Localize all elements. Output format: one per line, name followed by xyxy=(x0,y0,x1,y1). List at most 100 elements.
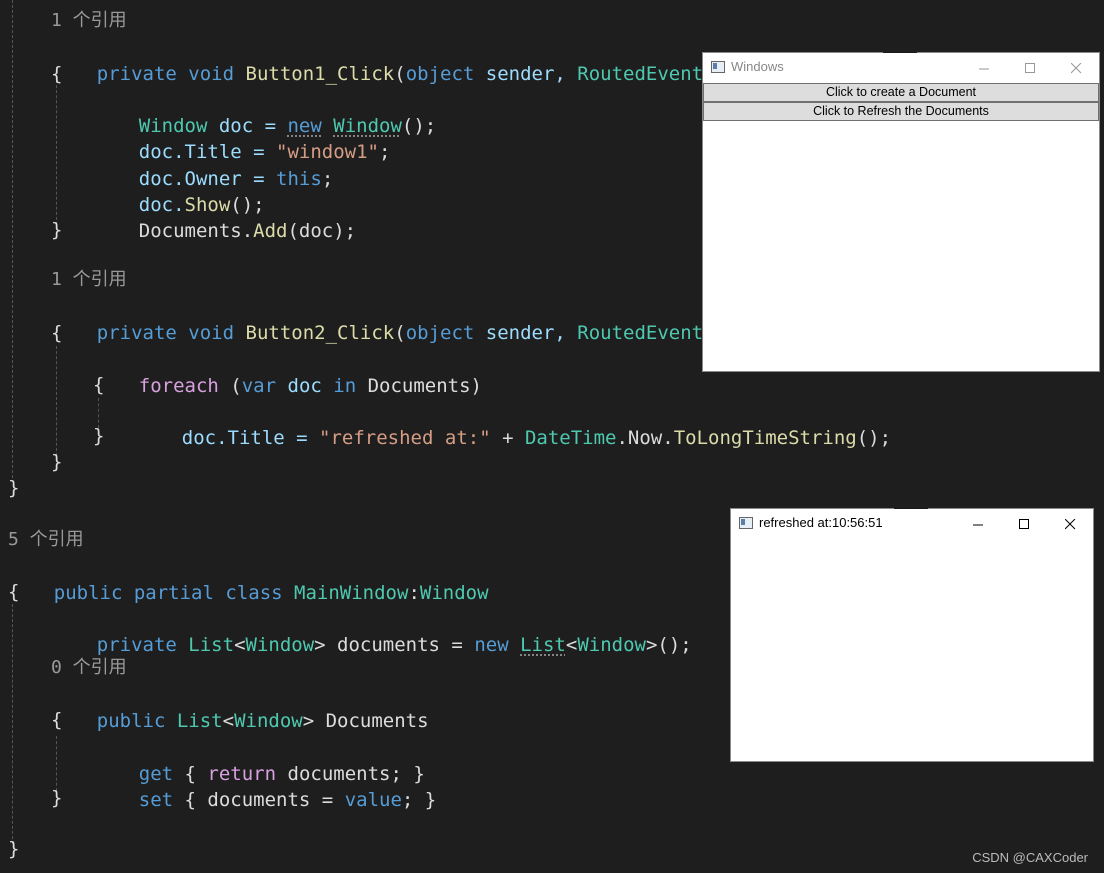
code-line: } xyxy=(51,219,63,241)
code-line: private void Button2_Click(object sender… xyxy=(51,294,783,344)
maximize-button[interactable] xyxy=(1007,53,1053,83)
code-token: (doc); xyxy=(287,220,357,242)
code-line: } xyxy=(8,838,20,860)
code-line: doc.Title = "refreshed at:" + DateTime.N… xyxy=(136,399,891,449)
code-line: public partial class MainWindow:Window xyxy=(8,554,489,604)
codelens-references[interactable]: 0 个引用 xyxy=(51,655,127,681)
code-token: public xyxy=(96,710,166,732)
code-token: private xyxy=(96,634,177,656)
code-token: Documents) xyxy=(356,375,482,397)
code-token: Documents. xyxy=(138,220,254,242)
code-line: set { documents = value; } xyxy=(93,761,436,811)
code-token: ; } xyxy=(401,789,437,811)
minimize-button[interactable] xyxy=(955,509,1001,539)
close-button[interactable] xyxy=(1047,509,1093,539)
window-titlebar[interactable]: refreshed at:10:56:51 xyxy=(731,509,1093,539)
code-token: < xyxy=(565,634,578,656)
code-token: void xyxy=(188,63,235,85)
code-token: value xyxy=(344,789,402,811)
indent-guide xyxy=(12,0,13,478)
code-token: "refreshed at:" xyxy=(319,427,491,449)
code-token: { documents = xyxy=(173,789,345,811)
code-line: Window doc = new Window(); xyxy=(93,87,436,137)
codelens-references[interactable]: 1 个引用 xyxy=(51,267,127,293)
code-line: Documents.Add(doc); xyxy=(93,192,356,242)
code-token: doc.Title = xyxy=(181,427,320,449)
app-icon xyxy=(711,61,725,73)
close-icon xyxy=(1064,518,1075,529)
code-token: >(); xyxy=(645,634,692,656)
code-token: this xyxy=(276,168,322,190)
code-token: : xyxy=(408,582,420,604)
code-token: List xyxy=(176,710,223,732)
code-token: private xyxy=(96,63,177,85)
code-token: Window xyxy=(234,710,303,732)
code-token: DateTime xyxy=(524,427,617,449)
code-line: { xyxy=(51,322,63,344)
code-token: + xyxy=(490,427,525,449)
close-icon xyxy=(1070,62,1081,73)
code-token: private xyxy=(96,322,177,344)
minimize-icon xyxy=(978,68,989,69)
close-button[interactable] xyxy=(1053,53,1099,83)
code-token: var xyxy=(241,375,277,397)
code-line: { xyxy=(51,709,63,731)
code-token: new xyxy=(474,634,509,656)
indent-guide xyxy=(12,604,13,844)
code-token: partial xyxy=(133,582,214,604)
code-line: private List<Window> documents = new Lis… xyxy=(51,606,692,656)
maximize-button[interactable] xyxy=(1001,509,1047,539)
code-token: Add xyxy=(253,220,288,242)
minimize-button[interactable] xyxy=(961,53,1007,83)
codelens-references[interactable]: 1 个引用 xyxy=(51,8,127,34)
code-line: private void Button1_Click(object sender… xyxy=(51,35,783,85)
code-token: in xyxy=(333,375,357,397)
code-line: { xyxy=(51,63,63,85)
code-token: Button2_Click xyxy=(245,322,395,344)
code-token: > Documents xyxy=(302,710,429,732)
maximize-icon xyxy=(1018,518,1029,529)
code-token: < xyxy=(222,710,235,732)
code-token: ( xyxy=(394,63,406,85)
code-token: ( xyxy=(394,322,406,344)
code-token: foreach xyxy=(138,375,219,397)
code-token: ToLongTimeString xyxy=(673,427,857,449)
window-title: Windows xyxy=(731,59,784,74)
code-token: object xyxy=(405,63,475,85)
maximize-icon xyxy=(1024,62,1035,73)
code-line: } xyxy=(51,787,63,809)
code-token: (); xyxy=(856,427,892,449)
code-token: doc xyxy=(276,375,334,397)
app-icon xyxy=(739,517,753,529)
window-titlebar[interactable]: Windows xyxy=(703,53,1099,83)
code-token: class xyxy=(225,582,283,604)
code-line: doc.Owner = this; xyxy=(93,140,334,190)
codelens-references[interactable]: 5 个引用 xyxy=(8,527,84,553)
code-token: Window xyxy=(419,582,489,604)
code-token: void xyxy=(188,322,235,344)
refresh-documents-button[interactable]: Click to Refresh the Documents xyxy=(703,102,1099,121)
code-token: < xyxy=(234,634,246,656)
code-token: MainWindow xyxy=(294,582,409,604)
code-line: } xyxy=(8,477,20,499)
main-window[interactable]: Windows Click to create a Document Click… xyxy=(702,52,1100,372)
code-token: > documents = xyxy=(314,634,475,656)
minimize-icon xyxy=(972,524,983,525)
code-token: ( xyxy=(218,375,242,397)
code-line: foreach (var doc in Documents) xyxy=(93,347,482,397)
code-token: sender, xyxy=(474,322,578,344)
code-line: public List<Window> Documents xyxy=(51,682,429,732)
code-line: } xyxy=(51,451,63,473)
code-token: sender, xyxy=(474,63,578,85)
code-token: .Now. xyxy=(616,427,674,449)
code-token: Window xyxy=(577,634,646,656)
window-title: refreshed at:10:56:51 xyxy=(759,515,883,530)
document-window[interactable]: refreshed at:10:56:51 xyxy=(730,508,1094,762)
create-document-button[interactable]: Click to create a Document xyxy=(703,83,1099,102)
